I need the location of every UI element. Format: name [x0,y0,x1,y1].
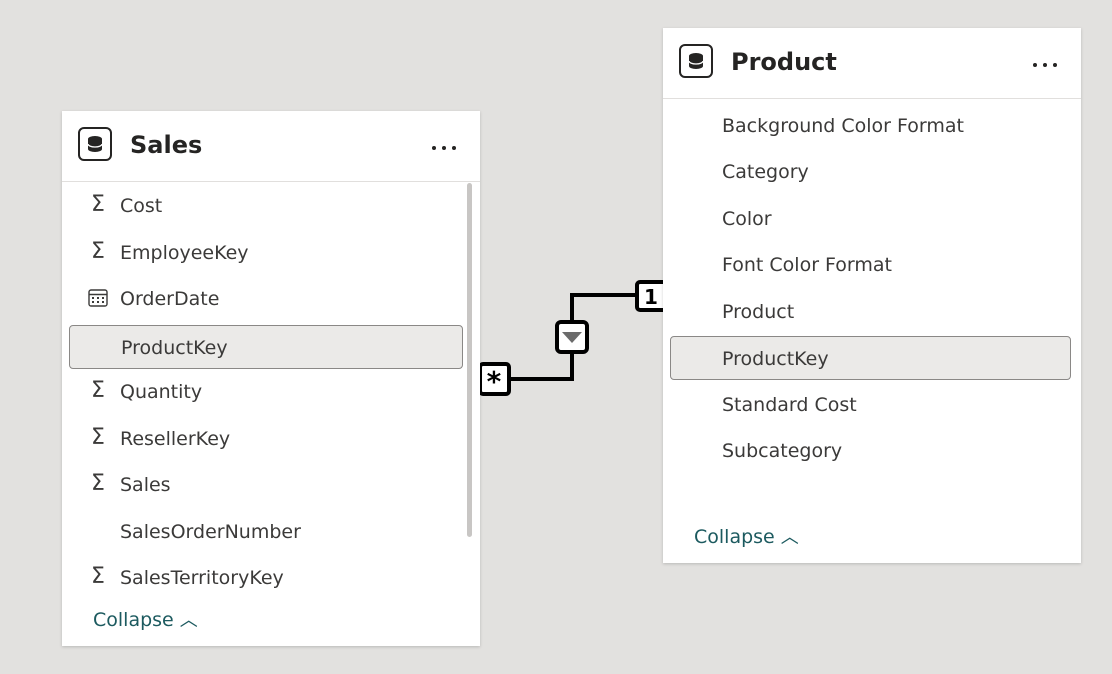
field-employeekey[interactable]: Σ EmployeeKey [70,230,462,274]
many-cardinality-marker: * [478,362,511,398]
calendar-icon [87,287,109,309]
svg-text:*: * [487,365,502,398]
sales-table-card[interactable]: Sales Σ Cost Σ EmployeeKey OrderDate Pro… [62,111,480,646]
table-icon [679,44,713,78]
field-font-color-format[interactable]: Font Color Format [671,242,1070,286]
field-resellerkey[interactable]: Σ ResellerKey [70,416,462,460]
field-orderdate[interactable]: OrderDate [70,276,462,320]
filter-direction-arrow-icon [555,320,589,354]
table-icon [78,127,112,161]
field-subcategory[interactable]: Subcategory [671,428,1070,472]
field-salesterritorykey[interactable]: Σ SalesTerritoryKey [70,555,462,591]
product-table-title: Product [731,48,837,76]
collapse-button[interactable]: Collapse ︿ [694,526,799,549]
sigma-icon: Σ [91,239,105,264]
field-productkey[interactable]: ProductKey [670,336,1071,380]
chevron-up-icon: ︿ [780,527,799,548]
field-category[interactable]: Category [671,149,1070,193]
field-sales[interactable]: Σ Sales [70,462,462,506]
scrollbar[interactable] [467,183,472,537]
collapse-button[interactable]: Collapse ︿ [93,609,198,632]
more-options-button[interactable] [430,133,458,161]
sales-table-header: Sales [62,111,480,182]
sales-field-list: Σ Cost Σ EmployeeKey OrderDate ProductKe… [62,183,480,591]
field-productkey[interactable]: ProductKey [69,325,463,369]
field-background-color-format[interactable]: Background Color Format [671,103,1070,147]
field-cost[interactable]: Σ Cost [70,183,462,227]
sigma-icon: Σ [91,192,105,217]
sigma-icon: Σ [91,378,105,403]
product-table-header: Product [663,28,1081,99]
product-table-card[interactable]: Product Background Color Format Category… [663,28,1081,563]
field-salesordernumber[interactable]: SalesOrderNumber [70,509,462,553]
field-color[interactable]: Color [671,196,1070,240]
sales-table-title: Sales [130,131,203,159]
sigma-icon: Σ [91,471,105,496]
field-standard-cost[interactable]: Standard Cost [671,382,1070,426]
field-quantity[interactable]: Σ Quantity [70,369,462,413]
field-product[interactable]: Product [671,289,1070,333]
chevron-up-icon: ︿ [179,610,198,631]
product-field-list: Background Color Format Category Color F… [663,100,1081,480]
sigma-icon: Σ [91,564,105,589]
more-options-button[interactable] [1031,50,1059,78]
svg-text:1: 1 [644,285,658,309]
sigma-icon: Σ [91,425,105,450]
